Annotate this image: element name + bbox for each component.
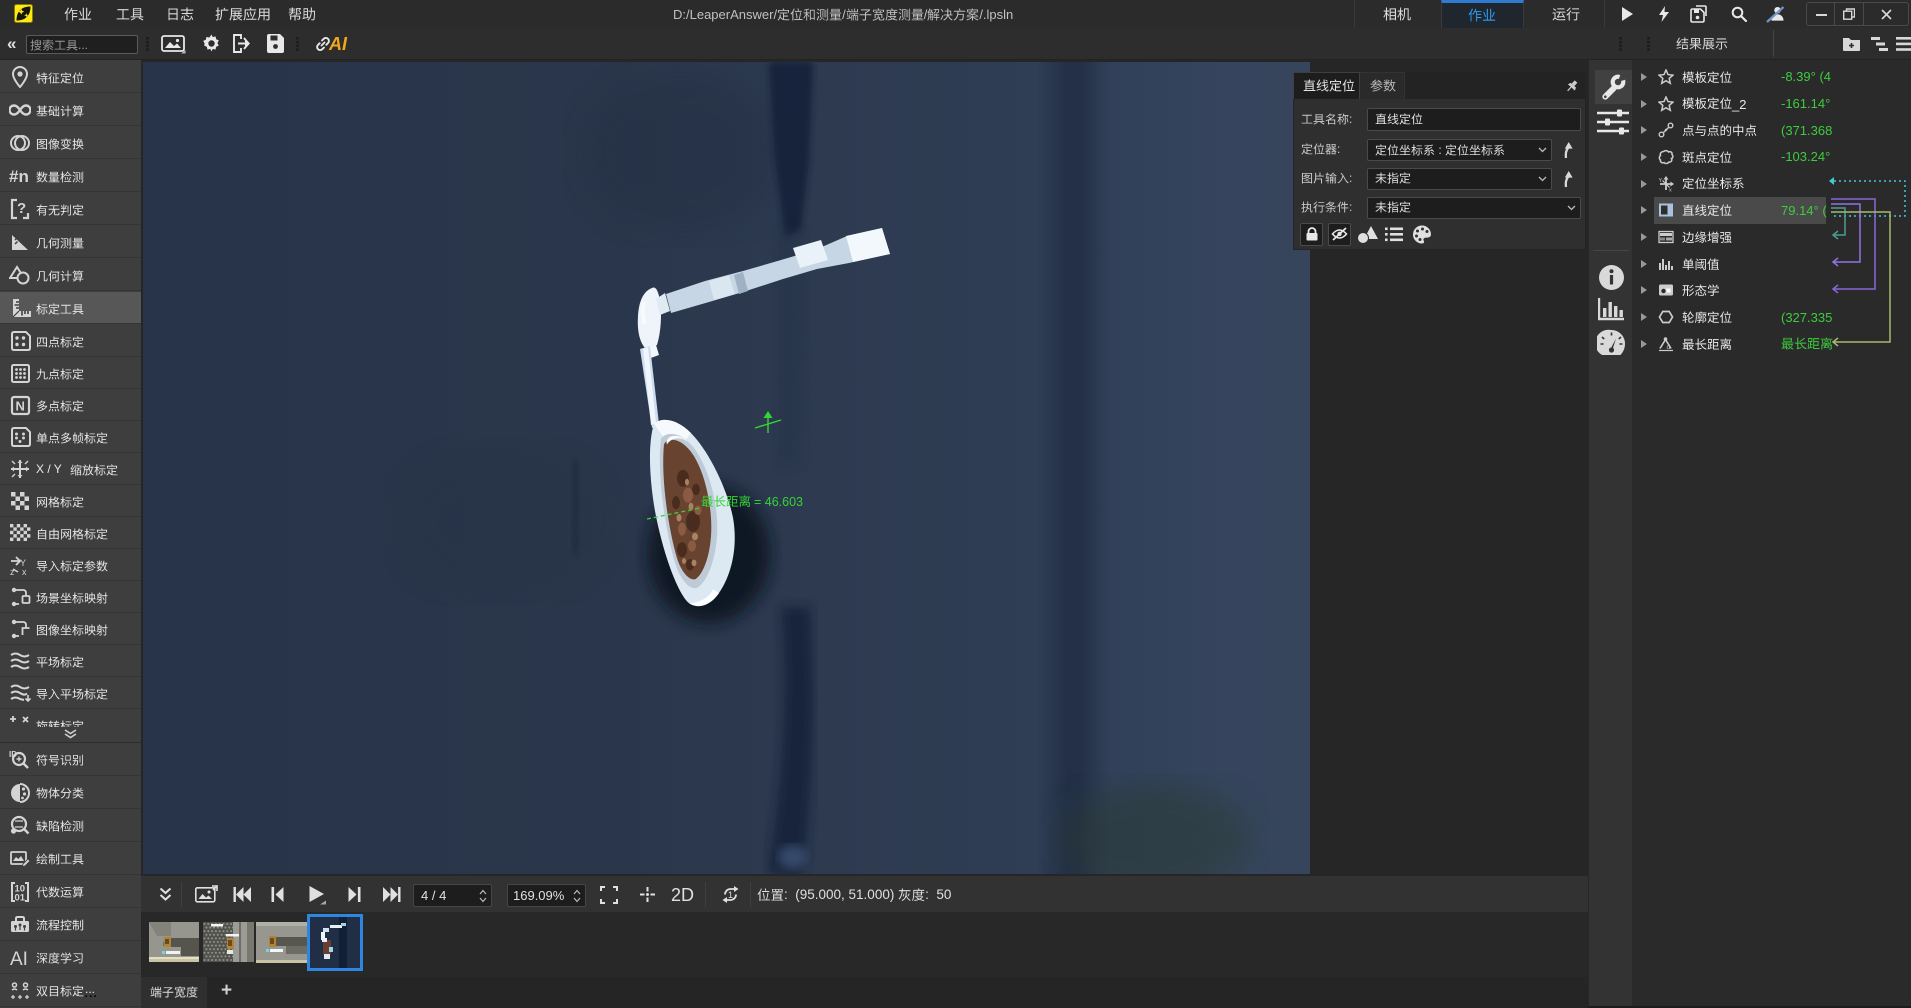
svg-text:d: d [1667,344,1671,351]
svg-text:x: x [1669,187,1672,192]
svg-text:Y: Y [1659,178,1663,184]
svg-text:x: x [22,567,27,576]
svg-text:N: N [16,399,25,414]
svg-text:01: 01 [15,893,26,904]
svg-text:#n: #n [9,167,29,186]
svg-text:?: ? [17,200,26,217]
svg-text:AI: AI [10,949,28,969]
svg-text:= 46.603: = 46.603 [754,495,803,509]
svg-text:1: 1 [728,890,733,900]
svg-text:z: z [10,567,15,576]
